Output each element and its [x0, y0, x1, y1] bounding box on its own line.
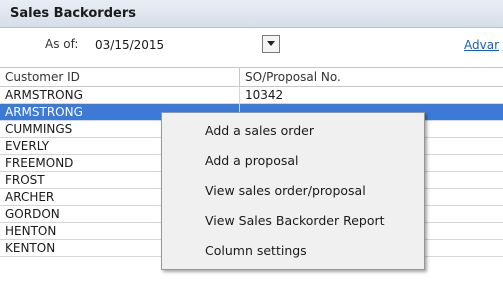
menu-item-add-proposal[interactable]: Add a proposal [163, 149, 423, 173]
menu-item-view-sales-order-proposal[interactable]: View sales order/proposal [163, 179, 423, 203]
context-menu: Add a sales order Add a proposal View sa… [161, 112, 425, 270]
advanced-link[interactable]: Advar [464, 38, 499, 52]
menu-item-view-backorder-report[interactable]: View Sales Backorder Report [163, 209, 423, 233]
so-number-cell: 10342 [245, 88, 284, 102]
menu-item-add-sales-order[interactable]: Add a sales order [163, 119, 423, 143]
column-header-so-proposal-no[interactable]: SO/Proposal No. [240, 68, 503, 87]
menu-item-column-settings[interactable]: Column settings [163, 239, 423, 263]
as-of-date-field[interactable]: 03/15/2015 [93, 35, 259, 53]
chevron-down-icon [267, 41, 275, 46]
filter-bar: As of: 03/15/2015 Advar [0, 28, 503, 68]
customer-id-cell: ARMSTRONG [0, 87, 240, 103]
window-title: Sales Backorders [10, 6, 136, 21]
as-of-label: As of: [45, 37, 79, 51]
window-title-bar: Sales Backorders [0, 0, 503, 28]
column-header-customer-id[interactable]: Customer ID [0, 68, 240, 87]
grid-header: Customer ID SO/Proposal No. [0, 67, 503, 87]
date-dropdown-button[interactable] [262, 35, 280, 53]
table-row[interactable]: ARMSTRONG 10342 [0, 87, 503, 104]
